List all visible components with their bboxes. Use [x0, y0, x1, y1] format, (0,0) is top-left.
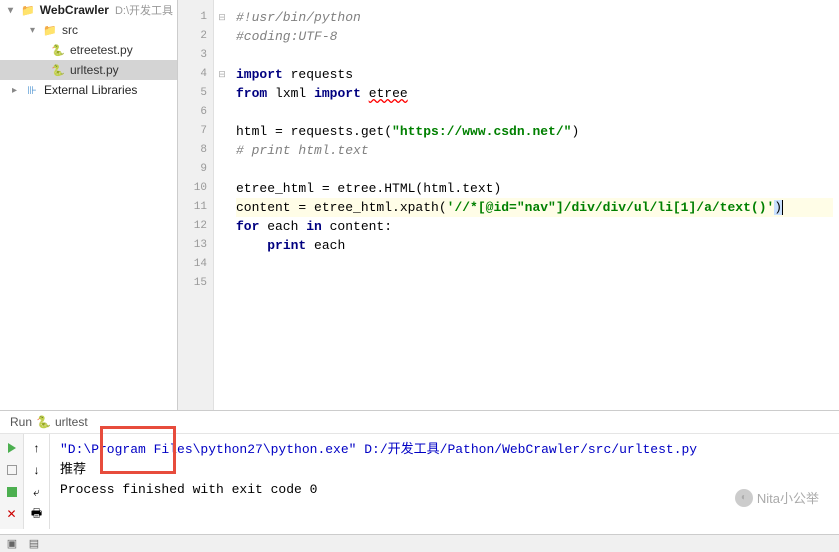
folder-icon: 📁 [20, 2, 36, 18]
status-bar: ▣ ▤ [0, 534, 839, 552]
code-content[interactable]: #!usr/bin/python #coding:UTF-8 import re… [230, 0, 839, 410]
run-tool-window: Run 🐍 urltest ✕ ↑ ↓ ⤶ 🖶 "D:\Program File… [0, 410, 839, 535]
code-text: # print html.text [236, 143, 369, 158]
external-libraries[interactable]: ▸ ⊪ External Libraries [0, 80, 177, 100]
file-urltest[interactable]: 🐍 urltest.py [0, 60, 177, 80]
chevron-down-icon: ▾ [8, 5, 20, 16]
run-toolbar-right: ↑ ↓ ⤶ 🖶 [24, 434, 50, 529]
line-gutter: 1 2 3 4 5 6 7 8 9 10 11 12 13 14 15 [178, 0, 214, 410]
line-number: 5 [178, 84, 213, 103]
code-kw: import [236, 67, 283, 82]
file-etreetest[interactable]: 🐍 etreetest.py [0, 40, 177, 60]
output-args: D:/开发工具/Pathon/WebCrawler/src/urltest.py [356, 442, 697, 457]
folder-icon: 📁 [42, 22, 58, 38]
line-number: 8 [178, 141, 213, 160]
line-number: 3 [178, 46, 213, 65]
line-number: 2 [178, 27, 213, 46]
code-editor[interactable]: 1 2 3 4 5 6 7 8 9 10 11 12 13 14 15 ⊟ ⊟ … [178, 0, 839, 410]
text-cursor [782, 200, 783, 215]
close-button[interactable]: ✕ [4, 506, 20, 522]
line-number: 10 [178, 179, 213, 198]
code-text: etree_html = etree.HTML(html.text) [236, 181, 501, 196]
code-text: #!usr/bin/python [236, 10, 361, 25]
line-number: 13 [178, 236, 213, 255]
folder-label: src [62, 23, 78, 37]
run-toolbar-left: ✕ [0, 434, 24, 529]
code-kw: import [314, 86, 361, 101]
line-number: 6 [178, 103, 213, 122]
code-kw: print [267, 238, 306, 253]
code-kw: for [236, 219, 259, 234]
line-number: 14 [178, 255, 213, 274]
watermark-text: Nita小公举 [757, 488, 819, 507]
line-number: 1 [178, 8, 213, 27]
code-id: requests [291, 67, 353, 82]
library-icon: ⊪ [24, 82, 40, 98]
project-tree: ▾ 📁 WebCrawler D:\开发工具 ▾ 📁 src 🐍 etreete… [0, 0, 178, 410]
line-number: 15 [178, 274, 213, 293]
chevron-down-icon: ▾ [30, 25, 42, 36]
print-button[interactable]: 🖶 [29, 506, 45, 522]
line-number: 9 [178, 160, 213, 179]
console-output[interactable]: "D:\Program Files\python27\python.exe" D… [50, 434, 839, 529]
project-path: D:\开发工具 [115, 2, 173, 18]
fold-icon[interactable]: ⊟ [214, 8, 230, 27]
ext-lib-label: External Libraries [44, 83, 137, 97]
python-file-icon: 🐍 [50, 42, 66, 58]
file-label: urltest.py [70, 63, 119, 77]
restart-button[interactable] [4, 484, 20, 500]
code-text: #coding:UTF-8 [236, 29, 337, 44]
code-text: content = etree_html.xpath( [236, 200, 447, 215]
stop-button[interactable] [4, 462, 20, 478]
code-string: "https://www.csdn.net/" [392, 124, 571, 139]
run-tab-label: Run [10, 415, 32, 429]
project-root[interactable]: ▾ 📁 WebCrawler D:\开发工具 [0, 0, 177, 20]
project-name: WebCrawler [40, 3, 109, 17]
python-file-icon: 🐍 [36, 415, 51, 429]
wrap-button[interactable]: ⤶ [29, 484, 45, 500]
python-file-icon: 🐍 [50, 62, 66, 78]
file-label: etreetest.py [70, 43, 133, 57]
chevron-right-icon: ▸ [12, 85, 24, 96]
rerun-button[interactable] [4, 440, 20, 456]
code-id: etree [369, 86, 408, 101]
run-tab-header[interactable]: Run 🐍 urltest [0, 411, 839, 434]
code-text: ) [774, 200, 782, 215]
output-result: 推荐 [60, 460, 829, 480]
line-number: 11 [178, 198, 213, 217]
code-id: lxml [275, 86, 306, 101]
code-text: each [306, 238, 345, 253]
down-button[interactable]: ↓ [29, 462, 45, 478]
line-number: 4 [178, 65, 213, 84]
fold-column: ⊟ ⊟ [214, 0, 230, 410]
wechat-icon: ◐ [735, 489, 753, 507]
code-text: content: [322, 219, 392, 234]
watermark: ◐ Nita小公举 [735, 488, 819, 507]
code-string: '//*[@id="nav"]/div/div/ul/li[1]/a/text(… [447, 200, 775, 215]
output-exit: Process finished with exit code 0 [60, 480, 829, 500]
src-folder[interactable]: ▾ 📁 src [0, 20, 177, 40]
line-number: 7 [178, 122, 213, 141]
run-config-name: urltest [55, 415, 88, 429]
tool-window-icon[interactable]: ▣ [4, 536, 20, 552]
line-number: 12 [178, 217, 213, 236]
code-text: each [259, 219, 306, 234]
code-kw: from [236, 86, 267, 101]
tool-window-icon[interactable]: ▤ [26, 536, 42, 552]
fold-icon[interactable]: ⊟ [214, 65, 230, 84]
output-command: "D:\Program Files\python27\python.exe" [60, 442, 356, 457]
up-button[interactable]: ↑ [29, 440, 45, 456]
code-kw: in [306, 219, 322, 234]
